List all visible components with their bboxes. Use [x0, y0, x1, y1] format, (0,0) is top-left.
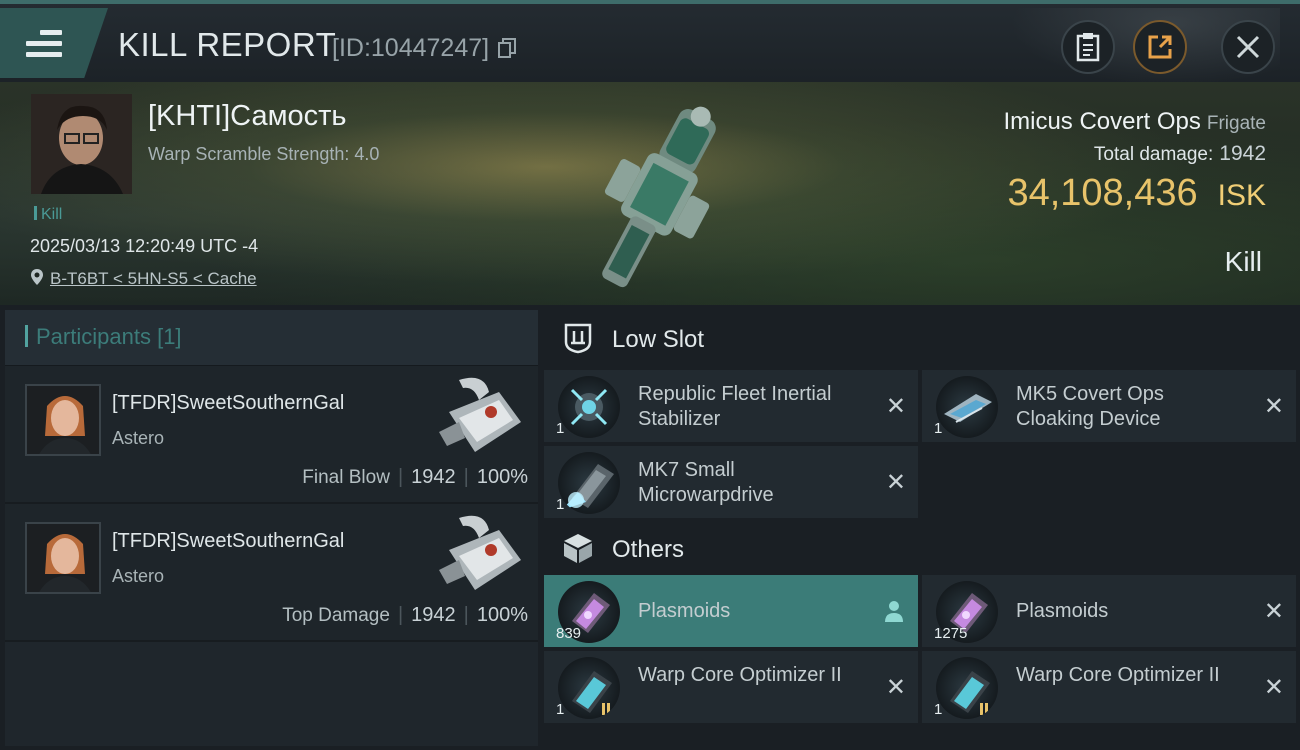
warp-core-optimizer-icon: [936, 657, 998, 719]
cloaking-device-icon: [936, 376, 998, 438]
low-slot-icon: [564, 323, 592, 354]
kill-type-tag: Kill: [34, 206, 62, 224]
item-name: Plasmoids: [638, 600, 731, 622]
participant-avatar[interactable]: [25, 522, 101, 594]
isk-unit: ISK: [1217, 179, 1266, 212]
close-icon: [1236, 35, 1260, 59]
destroyed-x-icon: ✕: [1263, 674, 1284, 701]
participant-row[interactable]: [TFDR]SweetSouthernGal Astero Final Blow…: [5, 366, 538, 504]
location-pin-icon: [31, 269, 43, 285]
item-name: Plasmoids: [1016, 600, 1109, 622]
warp-core-optimizer-icon: [558, 657, 620, 719]
participant-damage: 1942: [411, 604, 456, 626]
clipboard-button[interactable]: [1061, 20, 1115, 74]
destroyed-x-icon: ✕: [885, 674, 906, 701]
item-quantity: 839: [556, 625, 582, 642]
share-button[interactable]: [1133, 20, 1187, 74]
kill-location[interactable]: B-T6BT < 5HN-S5 < Cache: [30, 268, 257, 289]
menu-icon: [26, 30, 62, 60]
victim-avatar[interactable]: [31, 94, 132, 194]
fitting-panel: Low Slot 1 Republic Fleet Inertial Stabi…: [544, 310, 1296, 746]
ship-class: Frigate: [1206, 113, 1266, 134]
participant-damage: 1942: [411, 466, 456, 488]
location-link[interactable]: B-T6BT < 5HN-S5 < Cache: [50, 269, 257, 288]
dropped-person-icon: [885, 601, 903, 622]
report-id: [ID:10447247]: [332, 34, 490, 62]
participant-stats: Top Damage | 1942 | 100%: [282, 604, 528, 626]
kill-result-label: Kill: [1224, 246, 1262, 277]
header-bar: KILL REPORT [ID:10447247]: [0, 0, 1300, 86]
item-quantity: 1: [556, 420, 565, 437]
participants-header[interactable]: Participants [1]: [5, 310, 538, 366]
microwarpdrive-icon: [558, 452, 620, 514]
item-name: Warp Core Optimizer II: [638, 664, 842, 686]
others-header: Others: [544, 520, 1296, 578]
others-item[interactable]: 1 Warp Core Optimizer II ✕: [544, 651, 918, 723]
clipboard-icon: [1076, 33, 1100, 62]
item-name: MK5 Covert Ops Cloaking Device: [1016, 383, 1164, 430]
destroyed-x-icon: ✕: [885, 393, 906, 420]
item-name: Republic Fleet Inertial Stabilizer: [638, 383, 832, 430]
share-icon: [1148, 35, 1172, 59]
item-quantity: 1: [934, 701, 943, 718]
participant-percent: 100%: [476, 604, 528, 626]
item-quantity: 1: [934, 420, 943, 437]
participant-ship-image[interactable]: [429, 510, 529, 600]
item-quantity: 1: [556, 701, 565, 718]
low-slot-item[interactable]: 1 MK5 Covert Ops Cloaking Device ✕: [922, 370, 1296, 442]
participants-panel: Participants [1] [TFDR]SweetSouthernGal …: [5, 310, 538, 746]
participant-name[interactable]: [TFDR]SweetSouthernGal: [112, 392, 344, 415]
others-label: Others: [612, 536, 685, 563]
item-quantity: 1275: [934, 625, 968, 642]
participant-stat-label: Top Damage: [282, 605, 390, 626]
total-damage-label: Total damage:: [1093, 144, 1214, 165]
participant-ship-image[interactable]: [429, 372, 529, 462]
low-slot-label: Low Slot: [612, 326, 705, 353]
cargo-box-icon: [564, 534, 592, 563]
item-name: MK7 Small Microwarpdrive: [638, 459, 774, 506]
participants-label: Participants: [36, 324, 151, 349]
warp-scramble-strength: Warp Scramble Strength: 4.0: [148, 144, 380, 164]
kill-datetime: 2025/03/13 12:20:49 UTC -4: [30, 236, 259, 256]
participant-row[interactable]: [TFDR]SweetSouthernGal Astero Top Damage…: [5, 504, 538, 642]
participant-name[interactable]: [TFDR]SweetSouthernGal: [112, 530, 344, 553]
total-damage: Total damage: 1942: [1094, 142, 1266, 166]
participant-stat-label: Final Blow: [302, 467, 390, 488]
destroyed-x-icon: ✕: [885, 469, 906, 496]
total-damage-value: 1942: [1219, 142, 1266, 165]
menu-button[interactable]: [0, 8, 108, 78]
victim-ship-name[interactable]: Imicus Covert Ops Frigate: [1003, 108, 1266, 136]
victim-pilot-name[interactable]: [KHTI]Самость: [148, 100, 347, 133]
ship-name-text: Imicus Covert Ops: [1003, 108, 1201, 135]
inertial-stabilizer-icon: [558, 376, 620, 438]
victim-banner: [KHTI]Самость Warp Scramble Strength: 4.…: [0, 82, 1300, 305]
participants-count: [1]: [157, 324, 182, 349]
item-quantity: 1: [556, 496, 565, 513]
isk-value: 34,108,436 ISK: [1007, 172, 1266, 215]
page-title: KILL REPORT: [118, 26, 337, 63]
close-button[interactable]: [1221, 20, 1275, 74]
participant-avatar[interactable]: [25, 384, 101, 456]
participant-ship: Astero: [112, 566, 165, 586]
others-item[interactable]: 1 Warp Core Optimizer II ✕: [922, 651, 1296, 723]
item-name: Warp Core Optimizer II: [1016, 664, 1220, 686]
participant-percent: 100%: [476, 466, 528, 488]
others-item[interactable]: 839 Plasmoids: [544, 575, 918, 647]
others-item[interactable]: 1275 Plasmoids ✕: [922, 575, 1296, 647]
destroyed-x-icon: ✕: [1263, 393, 1284, 420]
participant-ship: Astero: [112, 428, 165, 448]
victim-ship-image: [602, 106, 716, 288]
isk-amount: 34,108,436: [1007, 172, 1198, 214]
destroyed-x-icon: ✕: [1263, 598, 1284, 625]
participant-stats: Final Blow | 1942 | 100%: [302, 466, 528, 488]
low-slot-header: Low Slot: [544, 310, 1296, 368]
copy-icon[interactable]: [498, 38, 516, 58]
low-slot-item[interactable]: 1 Republic Fleet Inertial Stabilizer ✕: [544, 370, 918, 442]
low-slot-item[interactable]: 1 MK7 Small Microwarpdrive ✕: [544, 446, 918, 518]
